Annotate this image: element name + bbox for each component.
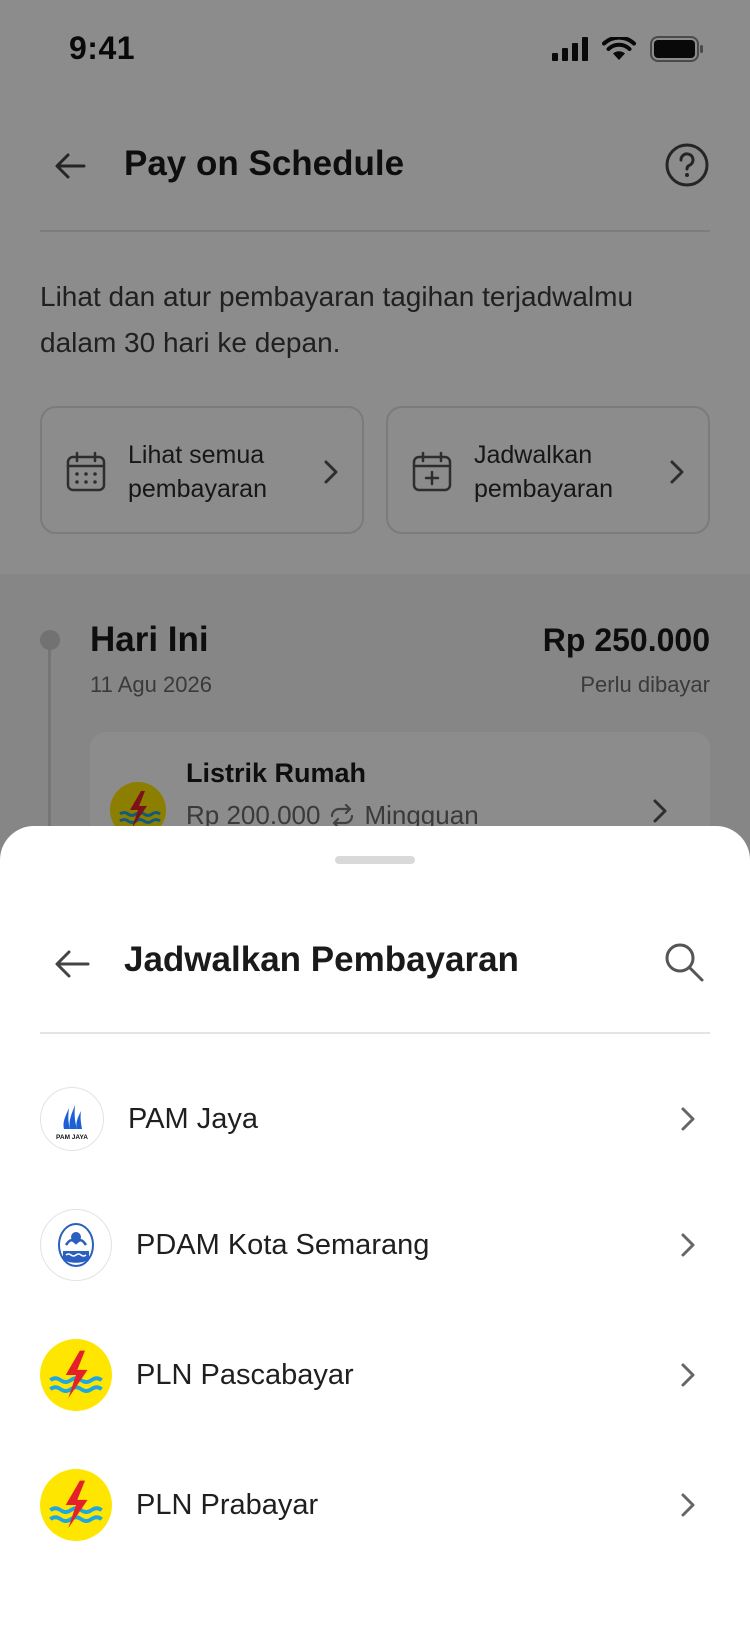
schedule-payment-sheet: Jadwalkan Pembayaran PAM JAYA PAM Jaya P… (0, 826, 750, 1625)
chevron-right-icon (681, 1107, 695, 1131)
pam-jaya-logo-text: PAM JAYA (56, 1134, 88, 1141)
list-item-pdam-kota-semarang[interactable]: PDAM Kota Semarang (40, 1195, 710, 1295)
chevron-right-icon (681, 1493, 695, 1517)
list-item-label: PAM Jaya (128, 1102, 259, 1135)
list-item-pln-prabayar[interactable]: PLN Prabayar (40, 1455, 710, 1555)
list-item-pln-pascabayar[interactable]: PLN Pascabayar (40, 1325, 710, 1425)
pln-logo-icon (40, 1339, 112, 1411)
search-icon[interactable] (662, 940, 706, 984)
chevron-right-icon (681, 1363, 695, 1387)
list-item-label: PLN Prabayar (136, 1488, 319, 1521)
pam-jaya-logo-icon: PAM JAYA (40, 1087, 104, 1151)
sheet-grabber[interactable] (335, 856, 415, 864)
sheet-header: Jadwalkan Pembayaran (40, 906, 710, 1034)
list-item-pam-jaya[interactable]: PAM JAYA PAM Jaya (40, 1069, 710, 1169)
pln-logo-icon (40, 1469, 112, 1541)
chevron-right-icon (681, 1233, 695, 1257)
back-arrow-icon[interactable] (50, 942, 94, 986)
sheet-title: Jadwalkan Pembayaran (124, 940, 519, 979)
list-item-label: PLN Pascabayar (136, 1358, 354, 1391)
pdam-semarang-logo-icon (40, 1209, 112, 1281)
list-item-label: PDAM Kota Semarang (136, 1228, 430, 1261)
